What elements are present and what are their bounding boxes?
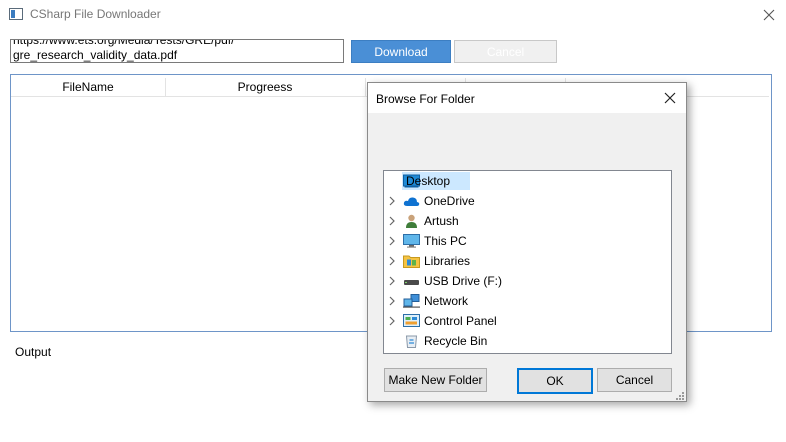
dialog-title: Browse For Folder — [376, 92, 475, 106]
tree-item-usb-drive[interactable]: USB Drive (F:) — [384, 271, 671, 291]
window-title: CSharp File Downloader — [30, 7, 161, 21]
tree-item-onedrive[interactable]: OneDrive — [384, 191, 671, 211]
make-new-folder-button[interactable]: Make New Folder — [384, 368, 487, 392]
url-input[interactable]: https://www.ets.org/Media/Tests/GRE/pdf/… — [10, 39, 344, 63]
tree-item-label: Network — [424, 294, 469, 308]
browse-for-folder-dialog: Browse For Folder Desktop OneDrive Artus… — [367, 82, 687, 402]
cloud-icon — [403, 197, 420, 206]
column-header-progress[interactable]: Progreess — [165, 78, 366, 96]
tree-item-label: Artush — [424, 214, 459, 228]
tree-item-control-panel[interactable]: Control Panel — [384, 311, 671, 331]
cancel-button[interactable]: Cancel — [597, 368, 672, 392]
computer-icon — [403, 234, 420, 248]
tree-item-label: Libraries — [424, 254, 471, 268]
chevron-right-icon[interactable] — [388, 256, 396, 266]
tree-item-libraries[interactable]: Libraries — [384, 251, 671, 271]
url-input-line-2: gre_research_validity_data.pdf — [13, 48, 178, 62]
url-input-line-1: https://www.ets.org/Media/Tests/GRE/pdf/ — [13, 39, 235, 47]
chevron-right-icon[interactable] — [388, 196, 396, 206]
close-icon[interactable] — [758, 4, 780, 26]
tree-item-label: This PC — [424, 234, 467, 248]
tree-item-network[interactable]: Network — [384, 291, 671, 311]
output-label: Output — [15, 345, 52, 359]
ok-button[interactable]: OK — [517, 368, 593, 394]
usb-drive-icon — [404, 280, 419, 285]
tree-item-this-pc[interactable]: This PC — [384, 231, 671, 251]
tree-item-artush[interactable]: Artush — [384, 211, 671, 231]
chevron-right-icon[interactable] — [388, 236, 396, 246]
tree-item-label: OneDrive — [424, 194, 475, 208]
chevron-right-icon[interactable] — [388, 216, 396, 226]
cancel-download-button[interactable]: Cancel — [454, 40, 557, 63]
user-icon — [406, 214, 417, 228]
network-icon — [403, 294, 420, 308]
tree-item-recycle-bin[interactable]: Recycle Bin — [384, 331, 671, 351]
title-bar[interactable]: CSharp File Downloader — [0, 0, 786, 30]
tree-item-label: USB Drive (F:) — [424, 274, 502, 288]
folder-tree[interactable]: Desktop OneDrive Artush This PC Librarie… — [383, 170, 672, 354]
close-icon[interactable] — [660, 88, 680, 108]
column-header-filename[interactable]: FileName — [11, 78, 166, 96]
control-panel-icon — [403, 314, 420, 327]
download-button[interactable]: Download — [351, 40, 451, 63]
tree-item-desktop[interactable]: Desktop — [384, 171, 671, 191]
tree-item-label: Recycle Bin — [424, 334, 488, 348]
chevron-right-icon[interactable] — [388, 316, 396, 326]
libraries-icon — [403, 255, 420, 268]
resize-grip-icon[interactable] — [673, 389, 685, 401]
tree-item-label: Desktop — [406, 174, 451, 188]
chevron-right-icon[interactable] — [388, 296, 396, 306]
tree-item-label: Control Panel — [424, 314, 497, 328]
app-icon — [9, 8, 23, 20]
recycle-bin-icon — [405, 335, 418, 348]
chevron-right-icon[interactable] — [388, 276, 396, 286]
dialog-title-bar[interactable]: Browse For Folder — [368, 83, 686, 113]
